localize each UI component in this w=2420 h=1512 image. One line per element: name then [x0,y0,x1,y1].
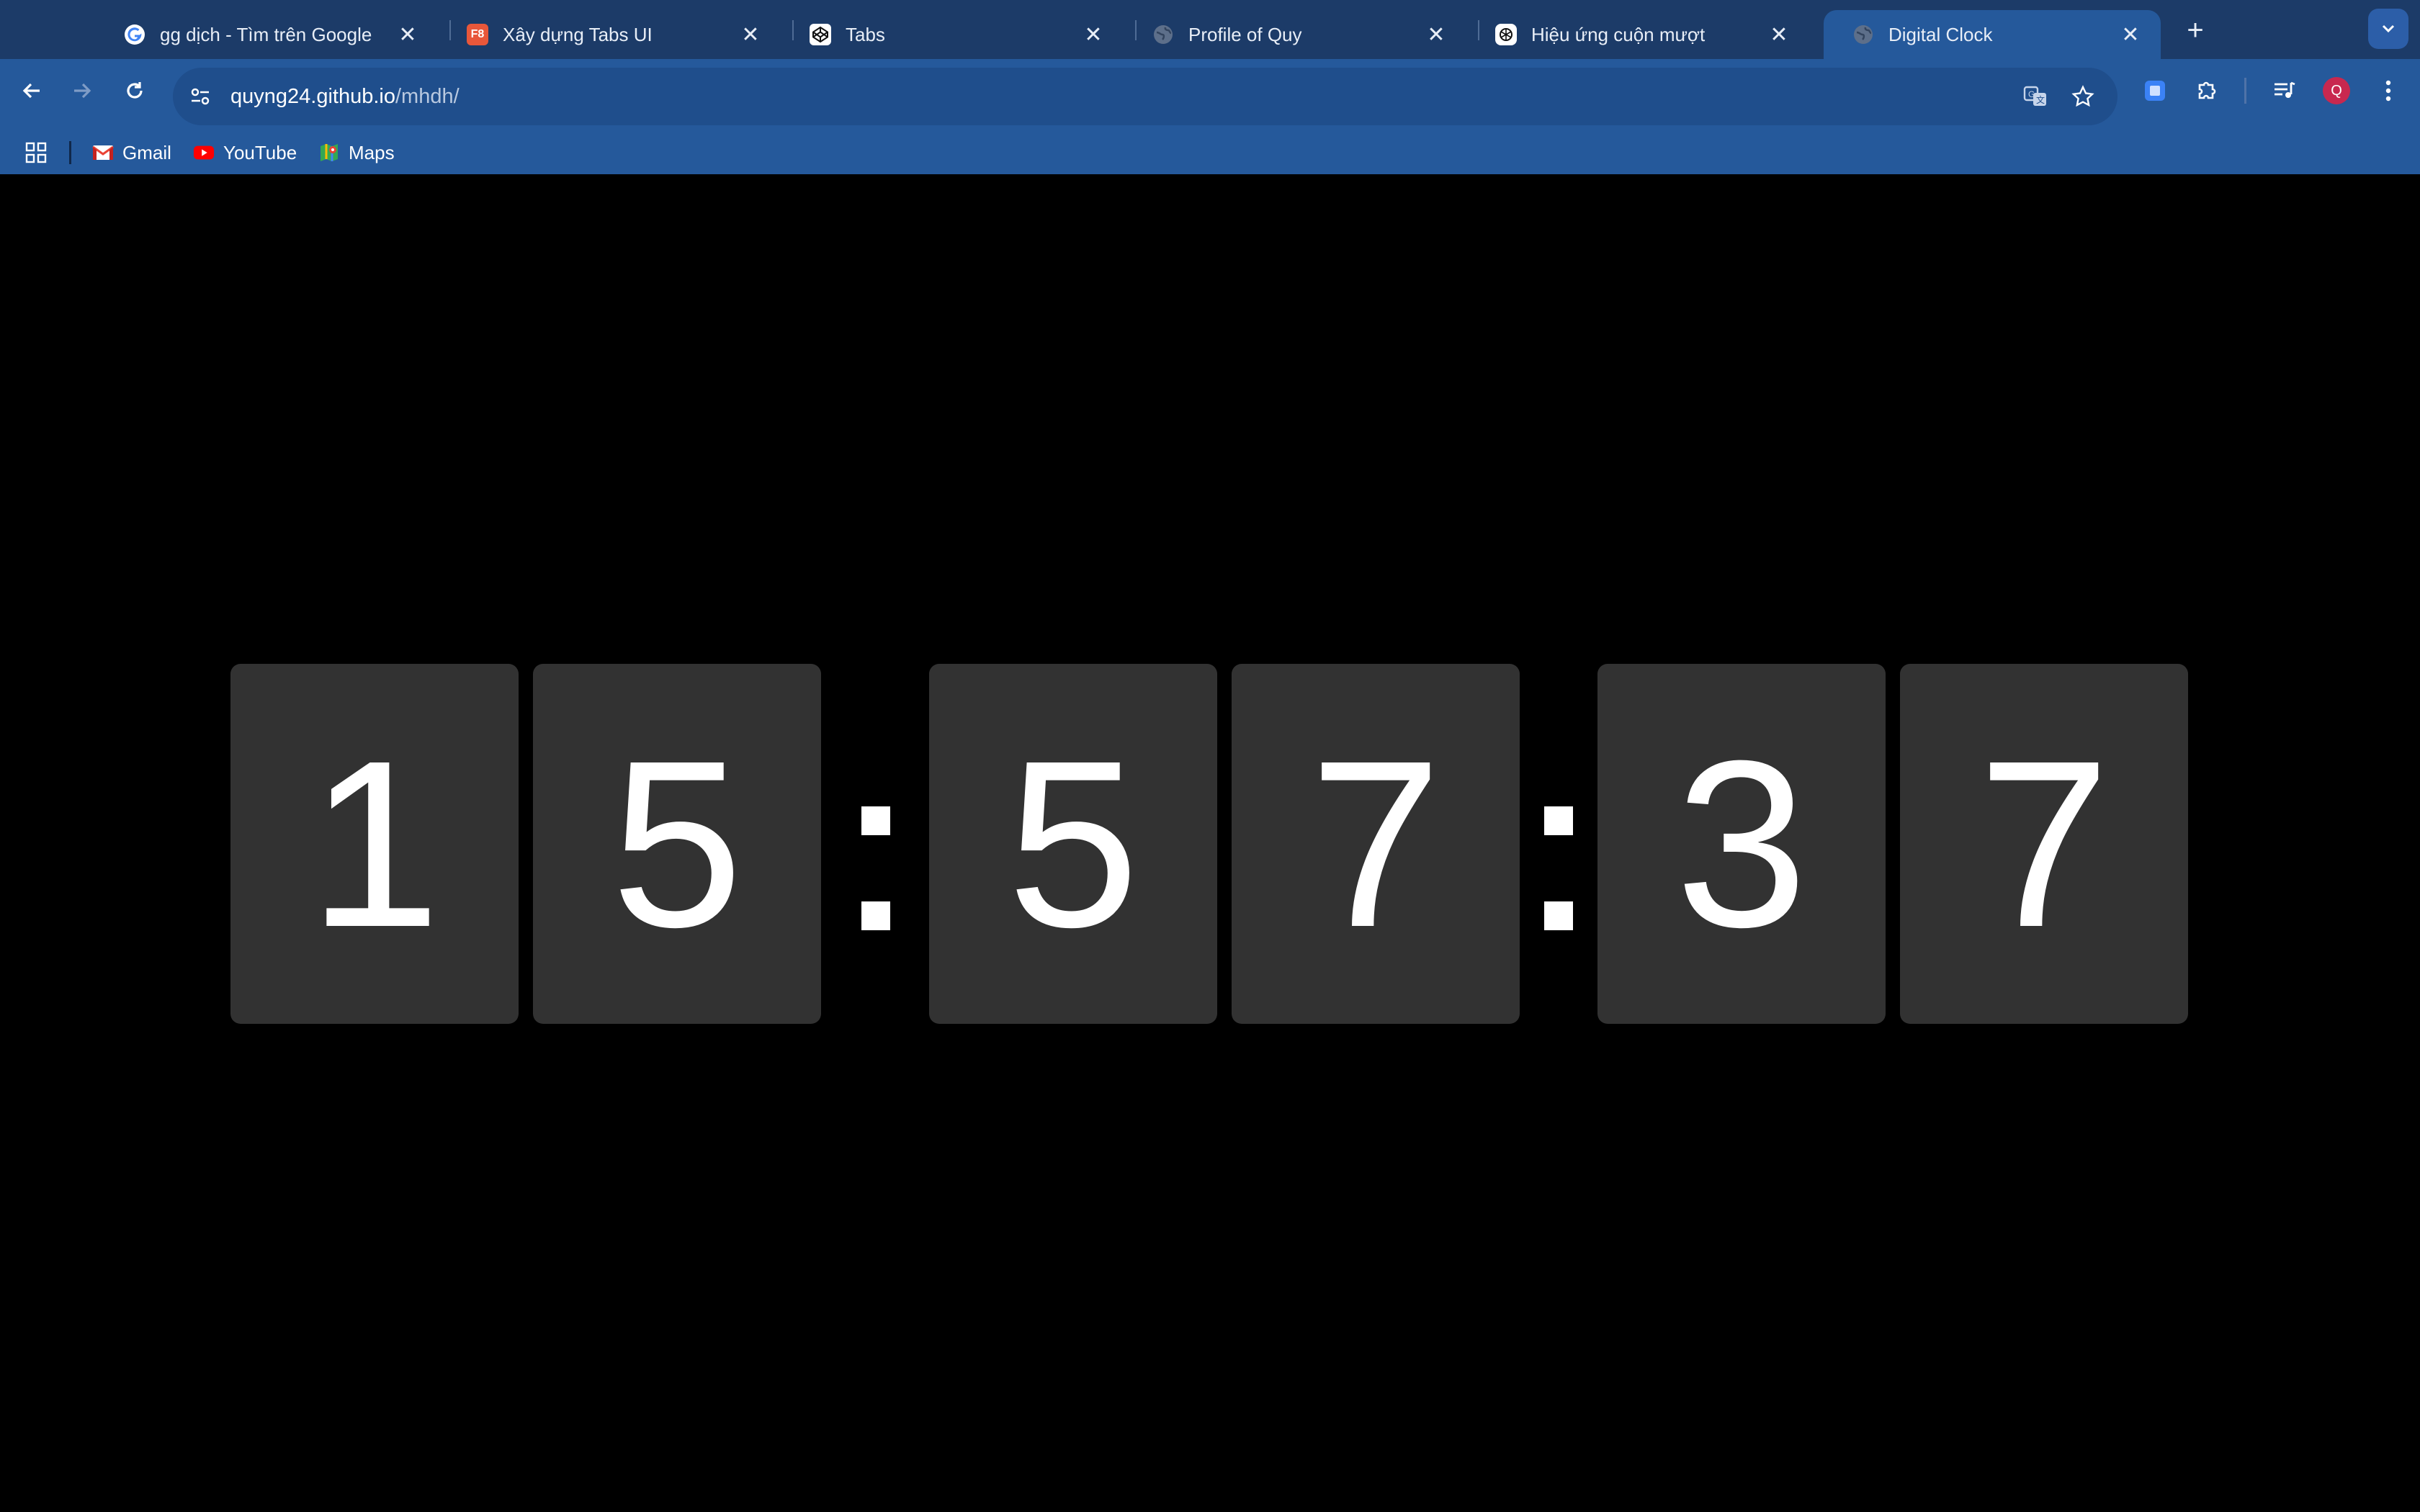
gmail-icon [92,142,114,163]
back-button[interactable] [9,68,55,114]
reload-button[interactable] [112,68,158,114]
url-path: /mhdh/ [395,84,460,108]
colon-dot-bottom [1544,901,1573,930]
hour-ones-digit: 5 [533,664,821,1024]
close-tab-icon[interactable]: ✕ [1079,20,1108,49]
arrow-right-icon [74,83,91,99]
apps-grid-icon[interactable] [24,137,48,168]
maps-icon [318,142,340,163]
bookmark-label: Maps [349,141,395,163]
tab-title: Xây dựng Tabs UI [503,23,653,45]
bookmark-star-icon[interactable] [2060,73,2106,120]
chevron-down-icon [2382,24,2395,33]
globe-icon [1852,24,1874,45]
tab-strip: gg dịch - Tìm trên Google ✕ F8 Xây dựng … [0,0,2420,59]
close-tab-icon[interactable]: ✕ [1765,20,1793,49]
colon-dot-top [861,806,890,835]
globe-icon [1152,24,1174,45]
profile-avatar[interactable]: Q [2313,68,2360,114]
close-tab-icon[interactable]: ✕ [393,20,422,49]
openai-icon [1495,24,1517,45]
colon-dot-top [1544,806,1573,835]
close-tab-icon[interactable]: ✕ [1422,20,1451,49]
colon-dot-bottom [861,901,890,930]
bookmark-label: YouTube [223,141,297,163]
tab-title: gg dịch - Tìm trên Google [160,23,372,45]
close-tab-icon[interactable]: ✕ [2116,20,2145,49]
svg-text:G: G [2028,89,2035,99]
svg-text:文: 文 [2036,94,2045,105]
url-text[interactable]: quyng24.github.io/mhdh/ [230,85,460,109]
bookmarks-divider [69,141,71,164]
reload-icon [127,82,143,99]
f8-icon: F8 [467,24,488,45]
toolbar-divider [2244,78,2246,104]
translate-icon[interactable]: G文 [2012,73,2058,120]
media-controls-icon[interactable] [2262,68,2308,114]
avatar-initial: Q [2323,77,2350,104]
url-host: quyng24.github.io [230,84,395,108]
browser-toolbar: quyng24.github.io/mhdh/ G文 Q Gmail YouTu… [0,59,2420,174]
address-bar[interactable]: quyng24.github.io/mhdh/ G文 [173,68,2118,125]
tab-title: Tabs [846,23,885,45]
tab-title: Profile of Quy [1188,23,1302,45]
tab-search-button[interactable] [2368,9,2408,49]
extension-blue-icon[interactable] [2132,68,2178,114]
page-content: 1 5 5 7 3 7 [0,174,2420,1512]
minute-ones-digit: 7 [1232,664,1520,1024]
tab-google[interactable]: gg dịch - Tìm trên Google ✕ [95,10,438,59]
tab-title: Digital Clock [1888,23,1993,45]
arrow-left-icon [22,83,40,99]
youtube-icon [193,142,215,163]
bookmarks-bar: Gmail YouTube Maps [0,131,2420,174]
second-ones-digit: 7 [1900,664,2188,1024]
tab-title: Hiệu ứng cuộn mượt [1531,23,1706,45]
tab-tabs-ui[interactable]: F8 Xây dựng Tabs UI ✕ [438,10,781,59]
tab-digital-clock[interactable]: Digital Clock ✕ [1824,10,2161,59]
tab-tabs[interactable]: Tabs ✕ [781,10,1124,59]
menu-kebab-icon[interactable] [2365,68,2411,114]
forward-button[interactable] [59,68,105,114]
tab-smooth-scroll[interactable]: Hiệu ứng cuộn mượt ✕ [1466,10,1809,59]
bookmark-maps[interactable]: Maps [318,137,395,168]
close-tab-icon[interactable]: ✕ [736,20,765,49]
second-tens-digit: 3 [1597,664,1886,1024]
codepen-icon [810,24,831,45]
tab-profile[interactable]: Profile of Quy ✕ [1124,10,1466,59]
bookmark-gmail[interactable]: Gmail [92,137,171,168]
hour-tens-digit: 1 [230,664,519,1024]
new-tab-button[interactable]: + [2175,10,2215,50]
bookmark-youtube[interactable]: YouTube [193,137,297,168]
bookmark-label: Gmail [122,141,171,163]
extensions-puzzle-icon[interactable] [2184,68,2230,114]
minute-tens-digit: 5 [929,664,1217,1024]
site-info-icon[interactable] [177,73,223,120]
google-icon [124,24,145,45]
